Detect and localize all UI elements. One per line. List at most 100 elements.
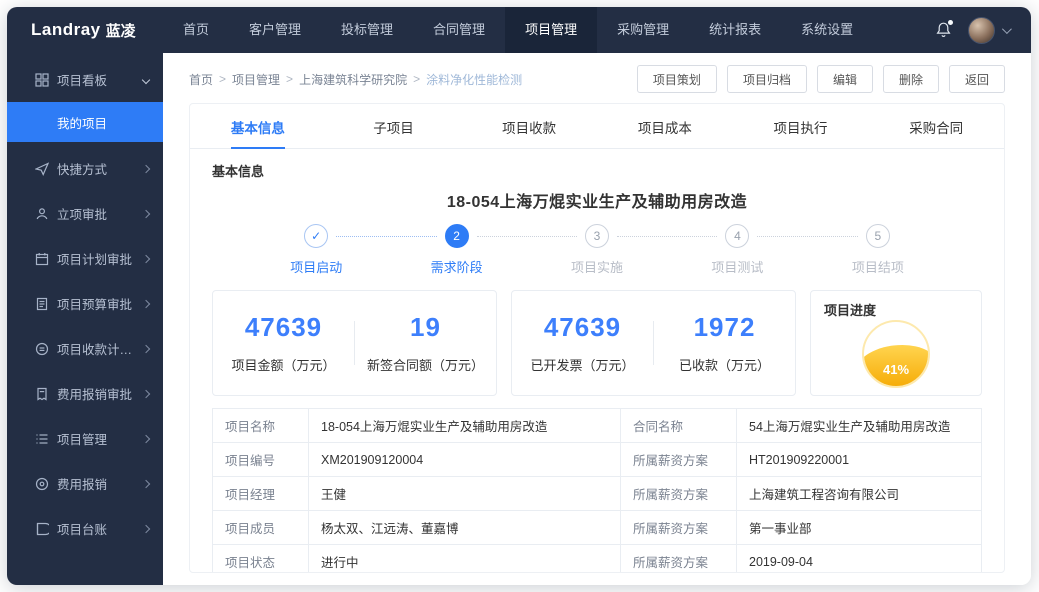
sidebar-item-label: 项目台账 <box>57 523 108 537</box>
sidebar-item-project-budget-approval[interactable]: 项目预算审批 <box>7 281 163 326</box>
notification-bell-icon[interactable] <box>935 20 953 39</box>
sidebar-item-project-board[interactable]: 项目看板 <box>7 57 163 102</box>
target-icon <box>35 477 49 491</box>
gauge-value: 41% <box>882 362 910 377</box>
chevron-right-icon <box>141 479 151 488</box>
detail-label: 项目状态 <box>212 544 309 572</box>
table-row: 项目编号 XM201909120004 所属薪资方案 HT20190922000… <box>212 442 982 477</box>
detail-value: HT201909220001 <box>736 442 982 477</box>
breadcrumb-row: 首页 > 项目管理 > 上海建筑科学研究院 > 涂料净化性能检测 项目策划 项目… <box>163 53 1031 103</box>
sidebar-item-label: 费用报销审批 <box>57 388 133 402</box>
step-requirement-phase: 2 需求阶段 <box>386 224 578 276</box>
sidebar-item-shortcuts[interactable]: 快捷方式 <box>7 146 163 191</box>
stat-label: 已开发票（万元） <box>530 358 635 373</box>
sidebar: 项目看板 我的项目 快捷方式 立项审批 项目计划审批 项目预算审批 项目收款计划… <box>7 53 163 585</box>
logo-text-cn: 蓝凌 <box>105 22 136 40</box>
detail-value: 进行中 <box>308 544 621 572</box>
detail-value: 18-054上海万焜实业生产及辅助用房改造 <box>308 408 621 443</box>
progress-steps: ✓ 项目启动 2 需求阶段 3 项目实施 4 项目测试 5 项目结项 <box>246 224 948 276</box>
sidebar-item-project-ledger[interactable]: 项目台账 <box>7 506 163 551</box>
tab-subprojects[interactable]: 子项目 <box>326 104 462 148</box>
stat-received: 1972 已收款（万元） <box>654 312 795 374</box>
detail-label: 所属薪资方案 <box>620 442 737 477</box>
stats-row: 47639 项目金额（万元） 19 新签合同额（万元） 47639 已开发票（万… <box>212 290 982 396</box>
table-row: 项目状态 进行中 所属薪资方案 2019-09-04 <box>212 544 982 572</box>
step-label: 项目测试 <box>711 260 764 275</box>
detail-value: 2019-09-04 <box>736 544 982 572</box>
topnav-item-customers[interactable]: 客户管理 <box>229 7 321 53</box>
step-label: 项目启动 <box>290 260 343 275</box>
sidebar-item-project-management[interactable]: 项目管理 <box>7 416 163 461</box>
stat-value: 47639 <box>543 312 622 342</box>
sidebar-item-my-projects[interactable]: 我的项目 <box>7 102 163 142</box>
progress-gauge: 41% <box>862 320 930 388</box>
sidebar-item-expense-reimburse[interactable]: 费用报销 <box>7 461 163 506</box>
breadcrumb-institute[interactable]: 上海建筑科学研究院 <box>299 71 407 88</box>
logo[interactable]: Landray 蓝凌 <box>7 7 163 53</box>
step-number: 5 <box>865 224 890 248</box>
topnav-item-bidding[interactable]: 投标管理 <box>321 7 413 53</box>
topnav-item-reports[interactable]: 统计报表 <box>689 7 781 53</box>
chevron-right-icon <box>141 299 151 308</box>
sidebar-item-label: 项目看板 <box>57 74 108 88</box>
sidebar-item-payment-plan-approval[interactable]: 项目收款计划审批 <box>7 326 163 371</box>
chevron-down-icon <box>1001 23 1012 34</box>
top-menu: 首页 客户管理 投标管理 合同管理 项目管理 采购管理 统计报表 系统设置 <box>163 7 873 53</box>
topnav-item-projects[interactable]: 项目管理 <box>505 7 598 53</box>
edit-button[interactable]: 编辑 <box>816 65 873 93</box>
dashboard-icon <box>35 72 49 87</box>
sidebar-item-label: 项目计划审批 <box>57 253 133 267</box>
detail-tabs: 基本信息 子项目 项目收款 项目成本 项目执行 采购合同 <box>190 104 1004 149</box>
sidebar-item-expense-approval[interactable]: 费用报销审批 <box>7 371 163 416</box>
project-planning-button[interactable]: 项目策划 <box>636 65 717 93</box>
stat-label: 项目金额（万元） <box>231 358 336 373</box>
user-menu[interactable] <box>968 16 1012 44</box>
back-button[interactable]: 返回 <box>948 65 1005 93</box>
detail-value: XM201909120004 <box>308 442 621 477</box>
tab-project-execution[interactable]: 项目执行 <box>733 104 869 148</box>
breadcrumb-separator: > <box>413 72 421 86</box>
chevron-right-icon <box>141 209 151 218</box>
tab-basic-info[interactable]: 基本信息 <box>190 104 326 149</box>
sidebar-item-label: 项目收款计划审批 <box>57 343 143 357</box>
table-row: 项目成员 杨太双、江远涛、董嘉博 所属薪资方案 第一事业部 <box>212 510 982 545</box>
sidebar-item-project-plan-approval[interactable]: 项目计划审批 <box>7 236 163 281</box>
project-archive-button[interactable]: 项目归档 <box>726 65 807 93</box>
send-icon <box>35 161 49 176</box>
calendar-icon <box>35 252 49 266</box>
breadcrumb-home[interactable]: 首页 <box>189 71 213 88</box>
delete-button[interactable]: 删除 <box>882 65 939 93</box>
tab-project-cost[interactable]: 项目成本 <box>597 104 733 148</box>
sidebar-item-label: 快捷方式 <box>57 163 108 177</box>
stat-new-contract: 19 新签合同额（万元） <box>355 312 496 374</box>
sidebar-item-project-approval[interactable]: 立项审批 <box>7 191 163 236</box>
sidebar-item-label: 立项审批 <box>57 208 108 222</box>
step-label: 项目结项 <box>851 260 904 275</box>
breadcrumb-separator: > <box>286 72 294 86</box>
stat-value: 1972 <box>693 312 756 342</box>
tab-label: 项目成本 <box>637 121 692 136</box>
receipt-icon <box>35 387 49 401</box>
topnav-item-procurement[interactable]: 采购管理 <box>597 7 689 53</box>
detail-label: 所属薪资方案 <box>620 544 737 572</box>
tab-label: 项目执行 <box>773 121 828 136</box>
topnav-item-contracts[interactable]: 合同管理 <box>413 7 505 53</box>
breadcrumb: 首页 > 项目管理 > 上海建筑科学研究院 > 涂料净化性能检测 <box>189 71 522 88</box>
topnav-item-home[interactable]: 首页 <box>163 7 229 53</box>
topnav-item-settings[interactable]: 系统设置 <box>781 7 873 53</box>
table-row: 项目名称 18-054上海万焜实业生产及辅助用房改造 合同名称 54上海万焜实业… <box>212 408 982 443</box>
stat-invoiced: 47639 已开发票（万元） <box>512 312 653 374</box>
stat-label: 已收款（万元） <box>678 358 770 373</box>
step-closure: 5 项目结项 <box>808 224 948 276</box>
chevron-right-icon <box>141 524 151 533</box>
breadcrumb-project-management[interactable]: 项目管理 <box>232 71 280 88</box>
avatar <box>968 16 995 44</box>
tab-project-payment[interactable]: 项目收款 <box>461 104 597 148</box>
tab-procurement-contract[interactable]: 采购合同 <box>868 104 1004 148</box>
sidebar-item-label: 项目管理 <box>57 433 108 447</box>
person-icon <box>35 207 49 221</box>
notification-dot <box>948 20 953 25</box>
detail-value: 第一事业部 <box>736 510 982 545</box>
top-navbar: Landray 蓝凌 首页 客户管理 投标管理 合同管理 项目管理 采购管理 统… <box>7 7 1031 53</box>
breadcrumb-current: 涂料净化性能检测 <box>426 72 523 87</box>
